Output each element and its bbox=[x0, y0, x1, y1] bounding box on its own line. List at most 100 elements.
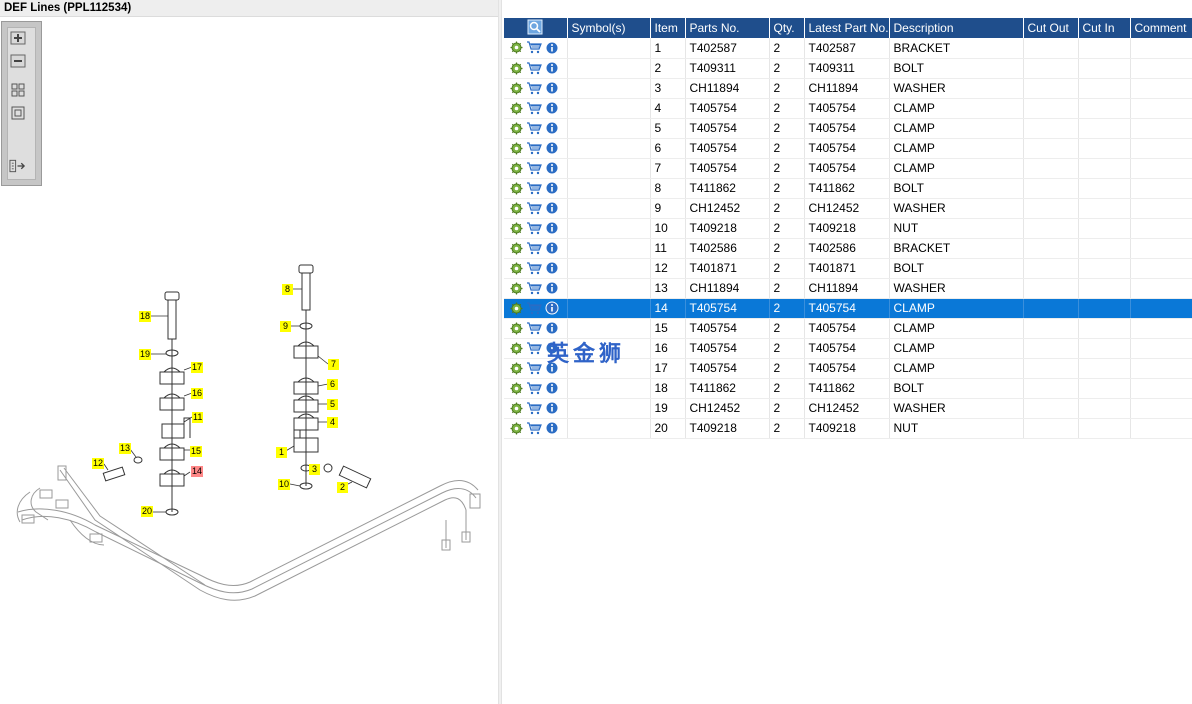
info-icon[interactable] bbox=[545, 61, 559, 75]
gear-button[interactable] bbox=[510, 182, 523, 195]
fit-all-button[interactable] bbox=[9, 82, 26, 97]
cart-icon[interactable] bbox=[526, 241, 542, 255]
gear-button[interactable] bbox=[510, 162, 523, 175]
callout-18[interactable]: 18 bbox=[139, 311, 152, 322]
callout-12[interactable]: 12 bbox=[92, 458, 105, 469]
gear-button[interactable] bbox=[510, 262, 523, 275]
gear-icon[interactable] bbox=[510, 182, 523, 195]
cart-icon[interactable] bbox=[526, 161, 542, 175]
callout-4[interactable]: 4 bbox=[327, 417, 338, 428]
gear-button[interactable] bbox=[510, 102, 523, 115]
table-row[interactable]: 6 T405754 2 T405754 CLAMP bbox=[504, 138, 1192, 159]
info-icon[interactable] bbox=[545, 421, 559, 435]
add-to-cart-button[interactable] bbox=[526, 201, 542, 215]
info-icon[interactable] bbox=[545, 401, 559, 415]
info-button[interactable] bbox=[545, 301, 559, 315]
cart-icon[interactable] bbox=[526, 381, 542, 395]
info-icon[interactable] bbox=[545, 301, 559, 315]
callout-5[interactable]: 5 bbox=[327, 399, 338, 410]
gear-icon[interactable] bbox=[510, 242, 523, 255]
gear-button[interactable] bbox=[510, 122, 523, 135]
cart-icon[interactable] bbox=[526, 361, 542, 375]
pane-splitter[interactable] bbox=[498, 0, 502, 704]
gear-button[interactable] bbox=[510, 382, 523, 395]
callout-19[interactable]: 19 bbox=[139, 349, 152, 360]
cart-icon[interactable] bbox=[526, 41, 542, 54]
gear-icon[interactable] bbox=[510, 302, 523, 315]
table-row[interactable]: 9 CH12452 2 CH12452 WASHER bbox=[504, 198, 1192, 219]
column-header-parts-no[interactable]: Parts No. bbox=[685, 18, 770, 38]
gear-button[interactable] bbox=[510, 282, 523, 295]
info-button[interactable] bbox=[545, 421, 559, 435]
gear-button[interactable] bbox=[510, 82, 523, 95]
callout-16[interactable]: 16 bbox=[191, 388, 204, 399]
add-to-cart-button[interactable] bbox=[526, 141, 542, 155]
table-row[interactable]: 3 CH11894 2 CH11894 WASHER bbox=[504, 78, 1192, 99]
gear-button[interactable] bbox=[510, 362, 523, 375]
gear-icon[interactable] bbox=[510, 262, 523, 275]
add-to-cart-button[interactable] bbox=[526, 41, 542, 54]
callout-15[interactable]: 15 bbox=[190, 446, 203, 457]
column-header-cut-in[interactable]: Cut In bbox=[1078, 18, 1131, 38]
info-button[interactable] bbox=[545, 261, 559, 275]
info-icon[interactable] bbox=[545, 221, 559, 235]
info-button[interactable] bbox=[545, 401, 559, 415]
add-to-cart-button[interactable] bbox=[526, 221, 542, 235]
info-icon[interactable] bbox=[545, 121, 559, 135]
gear-button[interactable] bbox=[510, 302, 523, 315]
callout-13[interactable]: 13 bbox=[119, 443, 132, 454]
gear-icon[interactable] bbox=[510, 402, 523, 415]
info-icon[interactable] bbox=[545, 201, 559, 215]
gear-button[interactable] bbox=[510, 322, 523, 335]
callout-11[interactable]: 11 bbox=[192, 412, 204, 423]
gear-icon[interactable] bbox=[510, 422, 523, 435]
zoom-in-button[interactable] bbox=[9, 30, 26, 45]
add-to-cart-button[interactable] bbox=[526, 241, 542, 255]
column-header-tools[interactable] bbox=[504, 18, 568, 38]
gear-button[interactable] bbox=[510, 222, 523, 235]
cart-icon[interactable] bbox=[526, 421, 542, 435]
cart-icon[interactable] bbox=[526, 221, 542, 235]
gear-icon[interactable] bbox=[510, 282, 523, 295]
info-button[interactable] bbox=[545, 281, 559, 295]
gear-icon[interactable] bbox=[510, 122, 523, 135]
gear-icon[interactable] bbox=[510, 82, 523, 95]
column-header-qty[interactable]: Qty. bbox=[769, 18, 805, 38]
callout-9[interactable]: 9 bbox=[280, 321, 291, 332]
cart-icon[interactable] bbox=[526, 401, 542, 415]
gear-icon[interactable] bbox=[510, 102, 523, 115]
info-icon[interactable] bbox=[545, 261, 559, 275]
callout-2[interactable]: 2 bbox=[337, 482, 348, 493]
gear-icon[interactable] bbox=[510, 62, 523, 75]
table-row[interactable]: 10 T409218 2 T409218 NUT bbox=[504, 218, 1192, 239]
gear-button[interactable] bbox=[510, 402, 523, 415]
info-icon[interactable] bbox=[545, 241, 559, 255]
gear-icon[interactable] bbox=[510, 142, 523, 155]
add-to-cart-button[interactable] bbox=[526, 321, 542, 335]
table-row[interactable]: 2 T409311 2 T409311 BOLT bbox=[504, 58, 1192, 79]
info-button[interactable] bbox=[545, 221, 559, 235]
info-icon[interactable] bbox=[545, 381, 559, 395]
cart-icon[interactable] bbox=[526, 101, 542, 115]
callout-7[interactable]: 7 bbox=[328, 359, 339, 370]
add-to-cart-button[interactable] bbox=[526, 421, 542, 435]
gear-icon[interactable] bbox=[510, 41, 523, 54]
add-to-cart-button[interactable] bbox=[526, 281, 542, 295]
add-to-cart-button[interactable] bbox=[526, 61, 542, 75]
info-icon[interactable] bbox=[545, 41, 559, 55]
gear-icon[interactable] bbox=[510, 202, 523, 215]
info-button[interactable] bbox=[545, 381, 559, 395]
info-button[interactable] bbox=[545, 41, 559, 55]
cart-icon[interactable] bbox=[526, 301, 542, 315]
gear-button[interactable] bbox=[510, 142, 523, 155]
exploded-diagram[interactable] bbox=[0, 0, 498, 704]
add-to-cart-button[interactable] bbox=[526, 381, 542, 395]
callout-8[interactable]: 8 bbox=[282, 284, 293, 295]
table-row[interactable]: 4 T405754 2 T405754 CLAMP bbox=[504, 98, 1192, 119]
cart-icon[interactable] bbox=[526, 321, 542, 335]
info-icon[interactable] bbox=[545, 81, 559, 95]
table-row[interactable]: 7 T405754 2 T405754 CLAMP bbox=[504, 158, 1192, 179]
info-button[interactable] bbox=[545, 321, 559, 335]
gear-button[interactable] bbox=[510, 41, 523, 54]
fit-window-button[interactable] bbox=[9, 105, 26, 120]
